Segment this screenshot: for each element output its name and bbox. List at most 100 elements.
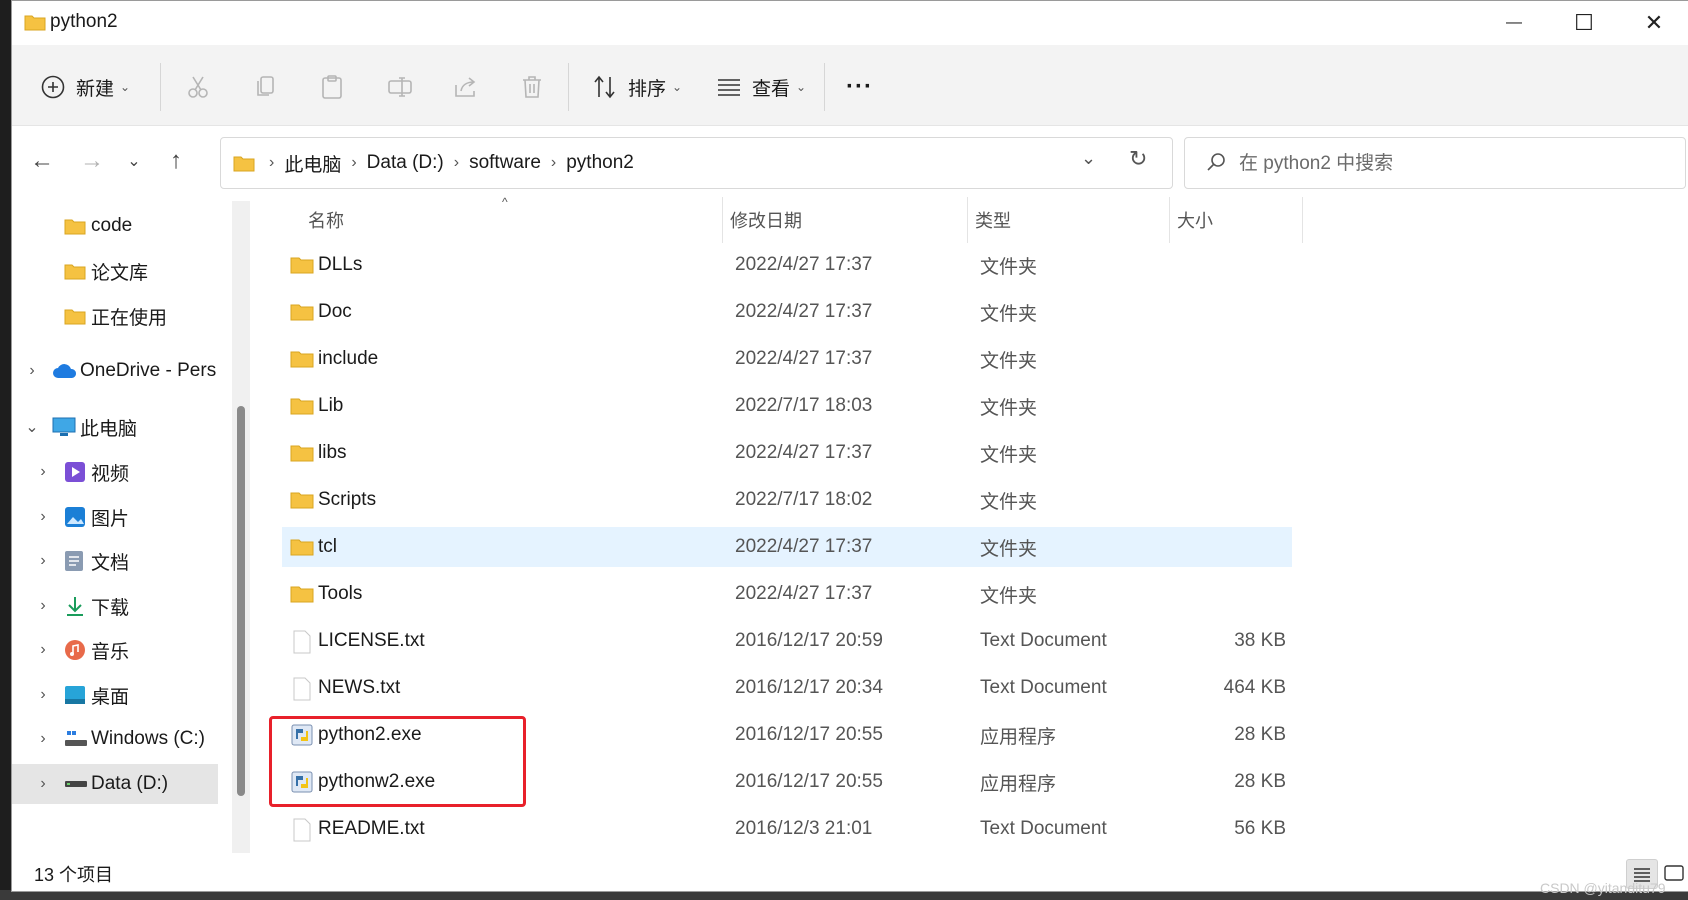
- chevron-right-icon[interactable]: ›: [35, 730, 51, 748]
- item-count: 13 个项目: [34, 865, 114, 885]
- address-history-button[interactable]: ⌄: [1081, 148, 1096, 169]
- delete-button[interactable]: [518, 67, 546, 107]
- navigation-scrollbar-thumb[interactable]: [237, 406, 245, 796]
- video-icon: [65, 462, 85, 482]
- file-type: 文件夹: [980, 397, 1038, 419]
- sidebar-item-in-use[interactable]: 正在使用: [12, 296, 218, 336]
- paste-button[interactable]: [318, 67, 346, 107]
- file-date: 2022/7/17 18:02: [735, 489, 873, 510]
- address-bar[interactable]: › 此电脑 › Data (D:) › software › python2 ⌄…: [220, 137, 1173, 189]
- column-header-type[interactable]: 类型: [975, 197, 1011, 243]
- table-row[interactable]: tcl 2022/4/27 17:37 文件夹: [282, 527, 1292, 567]
- sort-icon: [594, 75, 615, 99]
- chevron-down-icon[interactable]: ⌄: [24, 417, 40, 437]
- drive-icon: [65, 731, 87, 746]
- table-row[interactable]: README.txt 2016/12/3 21:01 Text Document…: [282, 809, 1292, 849]
- sidebar-item-label: 音乐: [91, 641, 130, 663]
- chevron-right-icon[interactable]: ›: [35, 552, 51, 570]
- download-icon: [67, 597, 83, 616]
- file-size: [1182, 292, 1286, 332]
- sidebar-item-music[interactable]: › 音乐: [12, 630, 218, 670]
- more-options-button[interactable]: ···: [846, 67, 873, 107]
- share-icon: [455, 77, 476, 97]
- folder-icon: [290, 304, 314, 321]
- refresh-button[interactable]: ↻: [1129, 146, 1147, 172]
- table-row[interactable]: Lib 2022/7/17 18:03 文件夹: [282, 386, 1292, 426]
- new-button[interactable]: 新建 ⌄: [40, 67, 130, 107]
- column-header-date[interactable]: 修改日期: [730, 197, 802, 243]
- maximize-button[interactable]: ☐: [1549, 1, 1619, 45]
- cut-button[interactable]: [184, 67, 212, 107]
- chevron-down-icon: ⌄: [796, 80, 807, 94]
- column-divider[interactable]: [1302, 197, 1303, 243]
- table-row[interactable]: DLLs 2022/4/27 17:37 文件夹: [282, 245, 1292, 285]
- sidebar-item-papers[interactable]: 论文库: [12, 251, 218, 291]
- copy-button[interactable]: [252, 67, 280, 107]
- breadcrumb-data-drive[interactable]: Data (D:): [367, 152, 444, 174]
- file-size: 28 KB: [1234, 771, 1286, 792]
- table-row[interactable]: Doc 2022/4/27 17:37 文件夹: [282, 292, 1292, 332]
- column-header-size[interactable]: 大小: [1177, 197, 1213, 243]
- back-button[interactable]: ←: [24, 143, 60, 179]
- breadcrumb-this-pc[interactable]: 此电脑: [284, 150, 341, 177]
- chevron-right-icon[interactable]: ›: [35, 775, 51, 793]
- sidebar-item-label: Data (D:): [91, 773, 169, 794]
- file-name: Doc: [318, 301, 352, 322]
- more-icon: ···: [846, 73, 873, 100]
- chevron-right-icon[interactable]: ›: [35, 463, 51, 481]
- breadcrumb-software[interactable]: software: [469, 152, 541, 174]
- chevron-right-icon[interactable]: ›: [35, 686, 51, 704]
- column-header-name[interactable]: 名称: [308, 197, 344, 243]
- table-row[interactable]: libs 2022/4/27 17:37 文件夹: [282, 433, 1292, 473]
- search-input[interactable]: [1237, 138, 1671, 190]
- column-divider[interactable]: [967, 197, 968, 243]
- view-button[interactable]: 查看 ⌄: [716, 67, 806, 107]
- navigation-pane: code 论文库 正在使用 › OneDrive - Pers ⌄ 此电脑 › …: [12, 201, 230, 853]
- table-row[interactable]: include 2022/4/27 17:37 文件夹: [282, 339, 1292, 379]
- sidebar-item-documents[interactable]: › 文档: [12, 541, 218, 581]
- forward-button[interactable]: →: [74, 143, 110, 179]
- file-date: 2022/4/27 17:37: [735, 442, 873, 463]
- sidebar-item-windows-c[interactable]: › Windows (C:): [12, 719, 218, 759]
- file-name: Tools: [318, 583, 363, 604]
- sidebar-item-pictures[interactable]: › 图片: [12, 497, 218, 537]
- share-button[interactable]: [452, 67, 480, 107]
- chevron-right-icon[interactable]: ›: [35, 641, 51, 659]
- file-type: 文件夹: [980, 303, 1038, 325]
- sort-button[interactable]: 排序 ⌄: [592, 67, 682, 107]
- column-divider[interactable]: [1169, 197, 1170, 243]
- sidebar-item-onedrive[interactable]: › OneDrive - Pers: [12, 351, 218, 391]
- title-bar[interactable]: python2 — ☐ ✕: [12, 1, 1688, 45]
- rename-button[interactable]: [386, 67, 414, 107]
- table-row[interactable]: LICENSE.txt 2016/12/17 20:59 Text Docume…: [282, 621, 1292, 661]
- search-box[interactable]: [1184, 137, 1686, 190]
- sidebar-item-data-d[interactable]: › Data (D:): [12, 764, 218, 804]
- recent-locations-button[interactable]: ⌄: [116, 143, 152, 179]
- column-divider[interactable]: [722, 197, 723, 243]
- chevron-right-icon[interactable]: ›: [35, 597, 51, 615]
- sidebar-item-downloads[interactable]: › 下载: [12, 586, 218, 626]
- table-row[interactable]: Tools 2022/4/27 17:37 文件夹: [282, 574, 1292, 614]
- up-button[interactable]: ↑: [158, 143, 194, 179]
- chevron-right-icon: ›: [351, 154, 357, 171]
- highlight-annotation-box: [269, 716, 526, 807]
- sidebar-item-videos[interactable]: › 视频: [12, 452, 218, 492]
- breadcrumb-python2[interactable]: python2: [566, 152, 634, 174]
- breadcrumb: › 此电脑 › Data (D:) › software › python2: [233, 138, 634, 188]
- table-row[interactable]: NEWS.txt 2016/12/17 20:34 Text Document …: [282, 668, 1292, 708]
- file-date: 2016/12/17 20:55: [735, 724, 883, 745]
- watermark-text: CSDN @yitanditu79: [1540, 880, 1666, 896]
- sidebar-item-label: 下载: [91, 597, 130, 619]
- chevron-right-icon[interactable]: ›: [35, 508, 51, 526]
- toolbar-divider: [160, 63, 161, 111]
- minimize-button[interactable]: —: [1479, 1, 1549, 45]
- chevron-right-icon[interactable]: ›: [24, 362, 40, 380]
- sidebar-item-this-pc[interactable]: ⌄ 此电脑: [12, 407, 218, 447]
- sidebar-item-code[interactable]: code: [12, 206, 218, 246]
- sidebar-item-desktop[interactable]: › 桌面: [12, 675, 218, 715]
- sort-ascending-icon: ^: [502, 195, 508, 209]
- file-date: 2022/4/27 17:37: [735, 536, 873, 557]
- table-row[interactable]: Scripts 2022/7/17 18:02 文件夹: [282, 480, 1292, 520]
- file-type: 文件夹: [980, 444, 1038, 466]
- close-button[interactable]: ✕: [1619, 1, 1688, 45]
